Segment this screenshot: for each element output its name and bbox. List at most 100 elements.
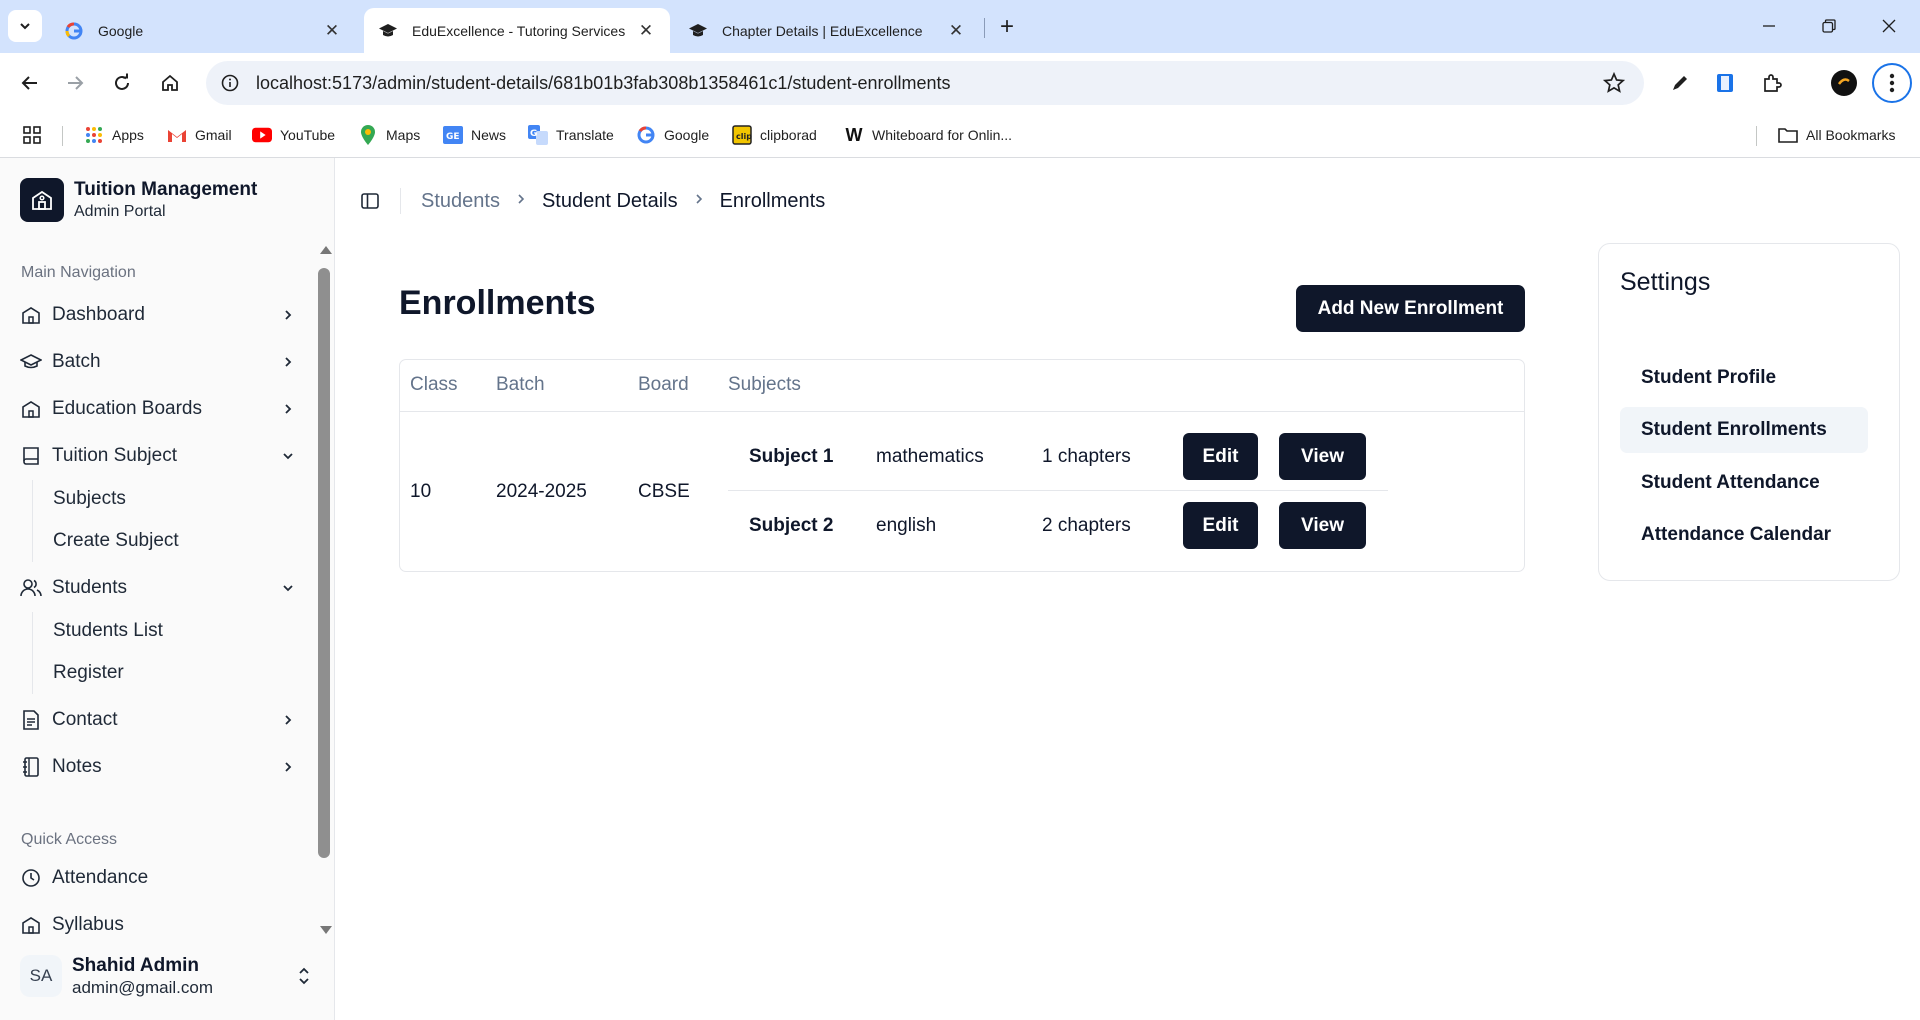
news-icon: GE — [443, 125, 463, 145]
extension-clipboard-button[interactable] — [1707, 65, 1743, 101]
bookmark-star-icon[interactable] — [1602, 71, 1626, 95]
sidebar-item-label: Notes — [52, 756, 102, 777]
chevron-right-icon — [278, 710, 298, 730]
sidebar-item-contact[interactable]: Contact — [20, 700, 298, 740]
chevron-right-icon — [278, 399, 298, 419]
school-logo-icon — [20, 178, 64, 222]
bookmark-news[interactable]: GE News — [443, 122, 506, 148]
close-window-button[interactable] — [1866, 10, 1912, 42]
tab-separator — [984, 18, 985, 38]
pen-icon — [1673, 76, 1687, 90]
sidebar-item-dashboard[interactable]: Dashboard — [20, 295, 298, 335]
sidebar: Tuition Management Admin Portal Main Nav… — [0, 158, 335, 1020]
bookmark-clipborad[interactable]: clip clipborad — [732, 122, 817, 148]
sidebar-item-label: Education Boards — [52, 398, 202, 419]
users-icon — [20, 577, 42, 599]
bookmark-apps[interactable]: Apps — [84, 122, 144, 148]
tab-eduexcellence[interactable]: EduExcellence - Tutoring Services ✕ — [364, 8, 670, 53]
profile-button[interactable] — [1826, 65, 1862, 101]
sidebar-item-tuition-subject[interactable]: Tuition Subject — [20, 436, 298, 476]
arrow-right-icon — [68, 76, 84, 90]
apps-grid-button[interactable] — [22, 122, 42, 148]
extension-pen-button[interactable] — [1662, 65, 1698, 101]
close-icon[interactable]: ✕ — [636, 21, 656, 41]
address-bar[interactable]: localhost:5173/admin/student-details/681… — [206, 61, 1644, 105]
maps-pin-icon — [358, 125, 378, 145]
arrow-left-icon — [21, 76, 37, 90]
sidebar-toggle-icon[interactable] — [358, 189, 382, 213]
minimize-icon — [1763, 25, 1775, 27]
sidebar-item-syllabus[interactable]: Syllabus — [20, 905, 298, 945]
user-menu[interactable]: SA Shahid Admin admin@gmail.com — [20, 948, 320, 1004]
home-button[interactable] — [152, 65, 188, 101]
avatar: SA — [20, 955, 62, 997]
tab-google[interactable]: Google ✕ — [50, 8, 356, 53]
reload-button[interactable] — [104, 65, 140, 101]
breadcrumb-enrollments: Enrollments — [719, 189, 826, 212]
browser-menu-button[interactable] — [1872, 63, 1912, 103]
view-button[interactable]: View — [1279, 502, 1366, 549]
bookmark-youtube[interactable]: YouTube — [252, 122, 335, 148]
column-header-subjects: Subjects — [728, 374, 801, 395]
edit-button[interactable]: Edit — [1183, 502, 1258, 549]
clock-icon — [20, 867, 42, 889]
sidebar-item-attendance[interactable]: Attendance — [20, 858, 298, 898]
sidebar-subitem-create-subject[interactable]: Create Subject — [53, 523, 179, 559]
bookmark-maps[interactable]: Maps — [358, 122, 420, 148]
svg-text:G: G — [530, 129, 537, 139]
bookmark-google[interactable]: Google — [636, 122, 709, 148]
settings-item-student-profile[interactable]: Student Profile — [1620, 355, 1868, 401]
bookmark-gmail[interactable]: Gmail — [167, 122, 232, 148]
sidebar-item-batch[interactable]: Batch — [20, 342, 298, 382]
breadcrumb-divider — [400, 188, 401, 214]
add-enrollment-button[interactable]: Add New Enrollment — [1296, 285, 1525, 332]
sidebar-item-students[interactable]: Students — [20, 568, 298, 608]
cell-class: 10 — [410, 481, 432, 502]
forward-button[interactable] — [57, 65, 93, 101]
graduation-cap-icon — [688, 21, 708, 41]
brand[interactable]: Tuition Management Admin Portal — [20, 178, 257, 222]
column-header-batch: Batch — [496, 374, 545, 395]
scroll-down-arrow-icon[interactable] — [320, 926, 332, 934]
all-bookmarks-button[interactable]: All Bookmarks — [1778, 122, 1895, 148]
sidebar-subitem-students-list[interactable]: Students List — [53, 613, 163, 649]
close-icon — [1882, 19, 1896, 33]
svg-text:clip: clip — [736, 132, 752, 141]
chevron-right-icon — [694, 192, 704, 210]
column-header-board: Board — [638, 374, 689, 395]
settings-item-attendance-calendar[interactable]: Attendance Calendar — [1620, 512, 1868, 558]
bookmark-label: clipborad — [760, 127, 817, 143]
breadcrumb-student-details[interactable]: Student Details — [542, 190, 678, 213]
bookmark-whiteboard[interactable]: W Whiteboard for Onlin... — [844, 122, 1013, 148]
settings-item-student-enrollments[interactable]: Student Enrollments — [1620, 407, 1868, 453]
tab-search-button[interactable] — [8, 10, 42, 42]
url-text[interactable]: localhost:5173/admin/student-details/681… — [256, 73, 1602, 94]
edit-button[interactable]: Edit — [1183, 433, 1258, 480]
sidebar-item-education-boards[interactable]: Education Boards — [20, 389, 298, 429]
chevron-right-icon — [278, 305, 298, 325]
scroll-up-arrow-icon[interactable] — [320, 246, 332, 254]
sidebar-subitem-register[interactable]: Register — [53, 655, 124, 691]
sidebar-item-notes[interactable]: Notes — [20, 747, 298, 787]
extensions-button[interactable] — [1754, 65, 1790, 101]
settings-item-student-attendance[interactable]: Student Attendance — [1620, 460, 1868, 506]
new-tab-button[interactable]: + — [992, 12, 1022, 42]
chevron-down-icon — [20, 23, 30, 30]
submenu-line — [32, 612, 33, 694]
back-button[interactable] — [12, 65, 48, 101]
tab-chapter-details[interactable]: Chapter Details | EduExcellence ✕ — [674, 8, 980, 53]
breadcrumb-students[interactable]: Students — [421, 190, 500, 213]
bookmark-label: Gmail — [195, 127, 232, 143]
restore-button[interactable] — [1806, 10, 1852, 42]
minimize-button[interactable] — [1746, 10, 1792, 42]
subject-chapters: 1 chapters — [1042, 446, 1131, 467]
reload-icon — [115, 73, 129, 90]
view-button[interactable]: View — [1279, 433, 1366, 480]
close-icon[interactable]: ✕ — [322, 21, 342, 41]
sidebar-subitem-subjects[interactable]: Subjects — [53, 481, 126, 517]
file-text-icon — [20, 709, 42, 731]
scrollbar-thumb[interactable] — [318, 268, 330, 858]
site-info-icon[interactable] — [220, 73, 240, 93]
close-icon[interactable]: ✕ — [946, 21, 966, 41]
bookmark-translate[interactable]: G Translate — [528, 122, 614, 148]
